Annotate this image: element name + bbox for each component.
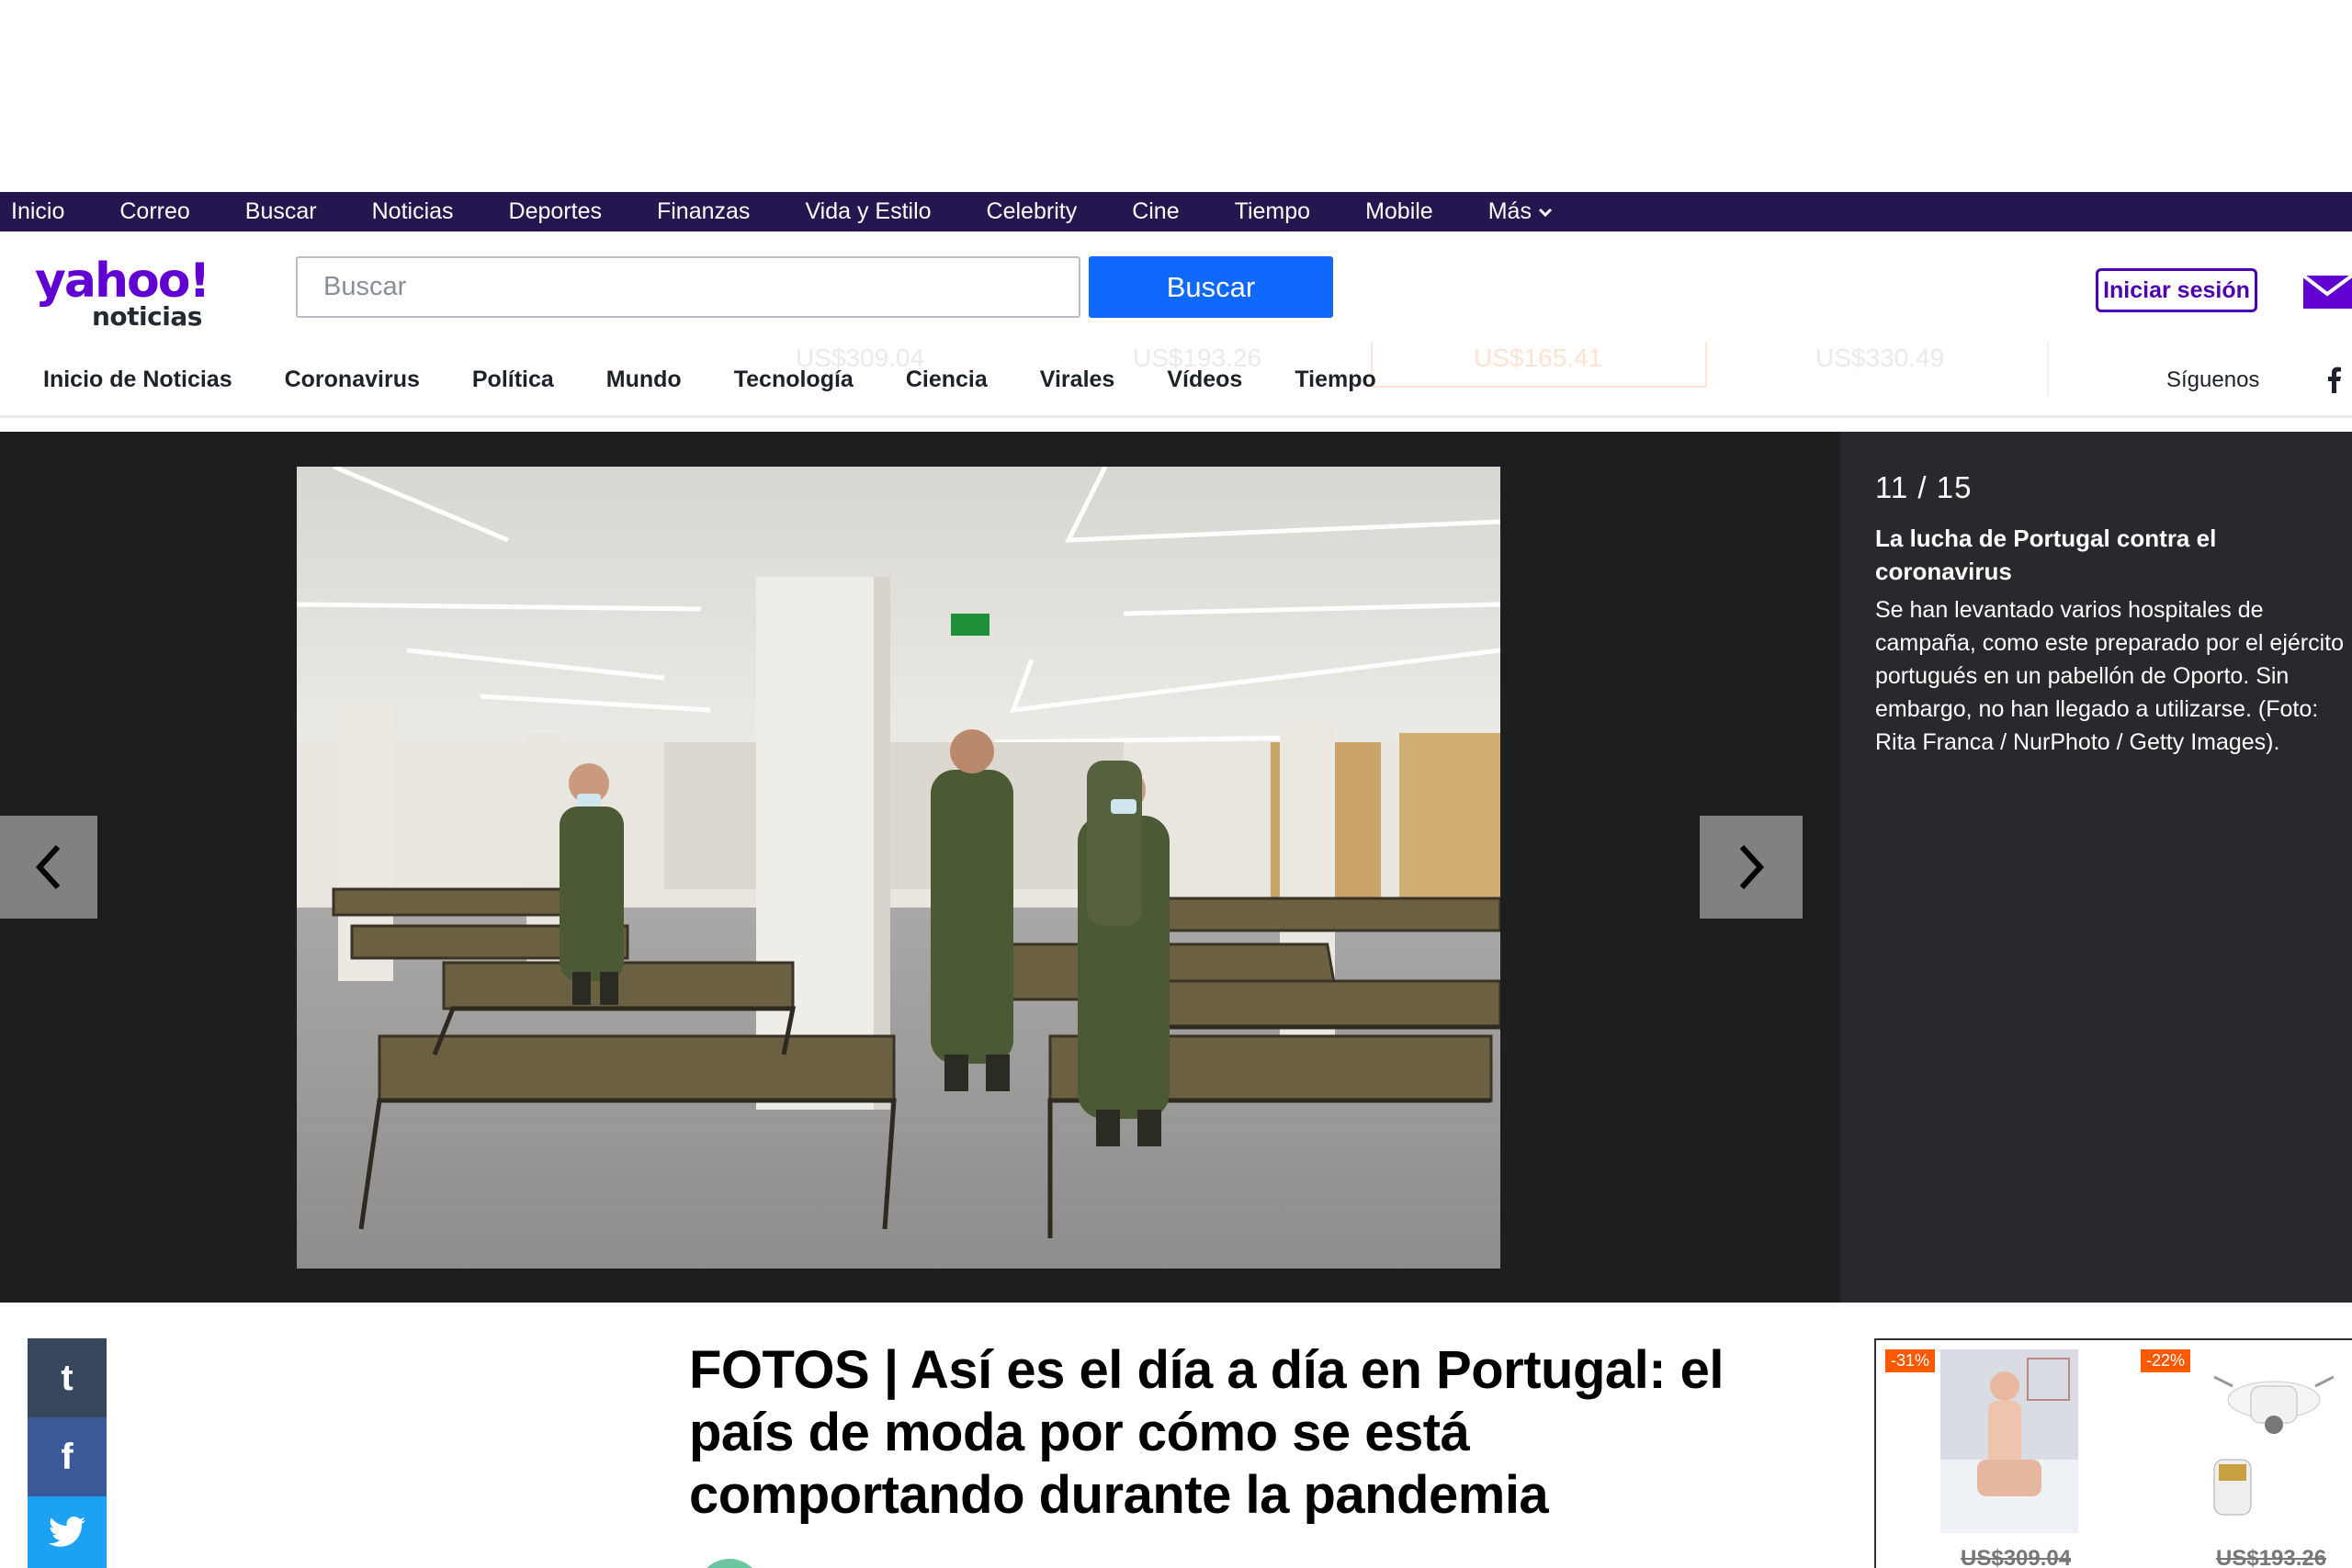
discount-badge: -31% [1885,1349,1936,1372]
product-price: US$309.04 [1961,1546,2072,1568]
author-avatar [696,1559,763,1568]
discount-badge: -22% [2141,1349,2191,1372]
global-nav-more[interactable]: Más [1488,198,1554,225]
mail-icon[interactable] [2300,272,2352,310]
section-politica[interactable]: Política [472,367,554,393]
gallery-counter: 11 / 15 [1875,470,1973,504]
global-nav-buscar[interactable]: Buscar [245,198,317,225]
global-nav-inicio[interactable]: Inicio [11,198,64,225]
chevron-right-icon [1739,844,1765,890]
article-headline: FOTOS | Así es el día a día en Portugal:… [689,1340,1724,1525]
global-nav-correo[interactable]: Correo [119,198,189,225]
gallery-title: La lucha de Portugal contra el coronavir… [1875,525,2217,585]
follow-label: Síguenos [2166,367,2260,392]
section-virales[interactable]: Virales [1040,367,1115,393]
site-header: yahoo! noticias Buscar Buscar Iniciar se… [0,231,2352,342]
global-nav-vida-estilo[interactable]: Vida y Estilo [805,198,931,225]
global-nav-deportes[interactable]: Deportes [509,198,602,225]
section-inicio-noticias[interactable]: Inicio de Noticias [43,367,232,393]
share-tumblr-button[interactable]: t [28,1338,107,1417]
section-mundo[interactable]: Mundo [606,367,682,393]
product-image [1940,1349,2078,1533]
product-ads: -31% US$309.04 -22% US$193.26 [1874,1338,2352,1568]
photo-gallery [0,432,1840,1303]
gallery-photo[interactable] [297,467,1500,1269]
global-nav-noticias[interactable]: Noticias [372,198,454,225]
section-tiempo[interactable]: Tiempo [1295,367,1375,393]
global-nav-mobile[interactable]: Mobile [1365,198,1433,225]
yahoo-noticias-logo[interactable]: yahoo! noticias [35,254,210,332]
share-twitter-button[interactable] [28,1496,107,1568]
ghost-price: US$330.49 [1815,344,1945,372]
section-nav: US$309.04 US$193.26 US$165.41 US$330.49 … [0,342,2352,418]
gallery-prev-button[interactable] [0,816,97,919]
chevron-left-icon [35,844,61,890]
global-nav: Inicio Correo Buscar Noticias Deportes F… [0,192,2352,231]
product-price: US$193.26 [2216,1546,2327,1568]
ghost-price: US$165.41 [1474,344,1603,372]
logo-main: yahoo! [35,254,210,309]
global-nav-more-label: Más [1487,198,1532,224]
product-ad[interactable]: -31% US$309.04 [1885,1349,2106,1568]
field-hospital-photo [297,467,1500,1269]
search-button[interactable]: Buscar [1089,256,1333,318]
gallery-description: Se han levantado varios hospitales de ca… [1875,597,2345,755]
facebook-icon[interactable] [2324,366,2343,393]
section-coronavirus[interactable]: Coronavirus [285,367,420,393]
global-nav-tiempo[interactable]: Tiempo [1235,198,1310,225]
global-nav-celebrity[interactable]: Celebrity [987,198,1078,225]
search-input[interactable]: Buscar [296,256,1080,318]
product-image [2196,1349,2334,1533]
gallery-next-button[interactable] [1700,816,1803,919]
section-videos[interactable]: Vídeos [1167,367,1242,393]
facebook-icon: f [61,1436,74,1477]
share-facebook-button[interactable]: f [28,1417,107,1496]
gallery-caption: 11 / 15 La lucha de Portugal contra el c… [1840,432,2352,1303]
logo-sub: noticias [92,301,202,332]
section-nav-items: Inicio de Noticias Coronavirus Política … [43,342,1429,418]
tumblr-icon: t [61,1357,74,1398]
section-ciencia[interactable]: Ciencia [906,367,988,393]
global-nav-cine[interactable]: Cine [1132,198,1179,225]
section-tecnologia[interactable]: Tecnología [734,367,854,393]
signin-button[interactable]: Iniciar sesión [2096,268,2257,312]
global-nav-finanzas[interactable]: Finanzas [657,198,750,225]
twitter-icon [49,1517,85,1547]
chevron-down-icon [1538,208,1553,217]
search-placeholder: Buscar [323,272,407,301]
page: Inicio Correo Buscar Noticias Deportes F… [0,0,2352,1568]
product-ad[interactable]: -22% US$193.26 [2141,1349,2352,1568]
